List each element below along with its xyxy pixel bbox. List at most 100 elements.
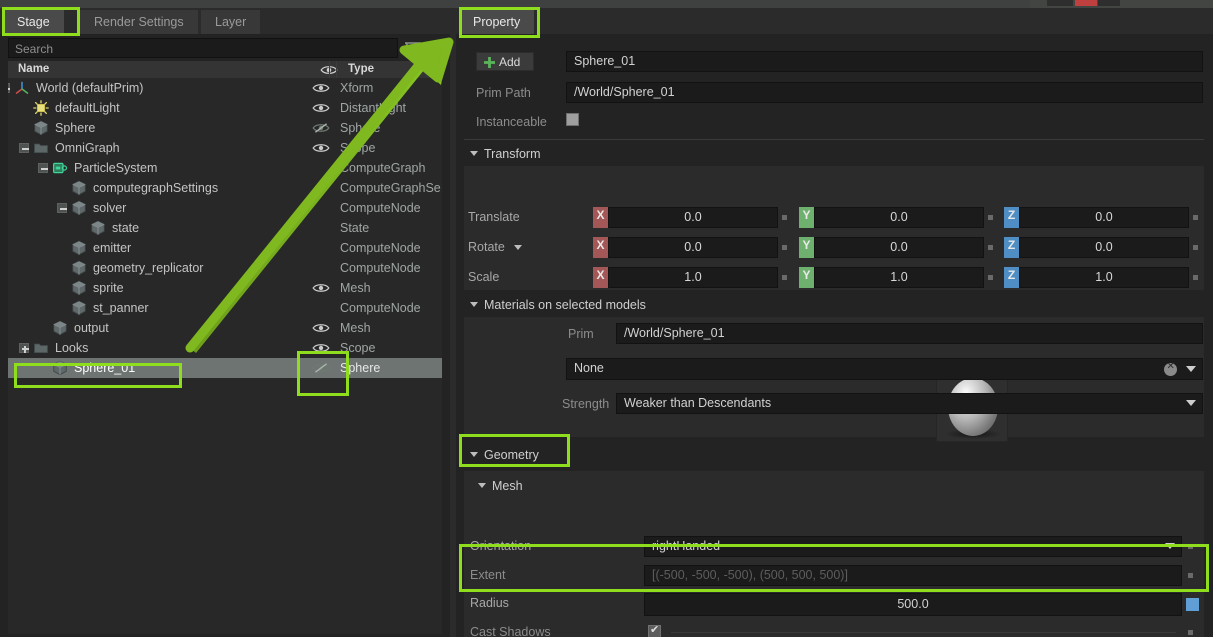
scale-x-field[interactable]: 1.0: [608, 267, 778, 288]
tree-row-world-defaultprim-[interactable]: World (defaultPrim) Xform: [8, 78, 442, 98]
radius-field[interactable]: 500.0: [644, 593, 1182, 616]
tree-row-name: geometry_replicator: [93, 261, 204, 275]
tree-row-name: Looks: [55, 341, 89, 355]
prim-path-field: /World/Sphere_01: [566, 82, 1203, 103]
tree-expander[interactable]: [8, 83, 10, 93]
eye-icon[interactable]: [312, 322, 330, 334]
link-dot[interactable]: [1188, 544, 1193, 549]
eye-off-icon[interactable]: [312, 122, 330, 134]
window-maximize-button[interactable]: [1098, 0, 1120, 6]
rotate-x-field[interactable]: 0.0: [608, 237, 778, 258]
link-dot[interactable]: [988, 215, 993, 220]
value: 0.0: [890, 210, 908, 224]
window-minimize-button[interactable]: [1047, 0, 1073, 6]
tree-expander[interactable]: [57, 203, 67, 213]
link-dot[interactable]: [988, 245, 993, 250]
geometry-label-extent: Extent: [470, 568, 506, 582]
link-dot[interactable]: [1188, 630, 1193, 635]
tree-row-geometry-replicator[interactable]: geometry_replicator ComputeNode: [8, 258, 442, 278]
instanceable-checkbox[interactable]: [566, 113, 579, 126]
rotate-z-field[interactable]: 0.0: [1019, 237, 1189, 258]
eye-icon[interactable]: [312, 342, 330, 354]
tree-expander[interactable]: [19, 143, 29, 153]
link-dot[interactable]: [1193, 215, 1198, 220]
value: rightHanded: [652, 539, 721, 553]
tab-stage[interactable]: Stage: [3, 10, 64, 34]
window-close-button[interactable]: [1075, 0, 1097, 6]
scale-y-field[interactable]: 1.0: [814, 267, 984, 288]
translate-y-field[interactable]: 0.0: [814, 207, 984, 228]
tree-row-particlesystem[interactable]: ParticleSystem ComputeGraph: [8, 158, 442, 178]
extent-field[interactable]: [(-500, -500, -500), (500, 500, 500)]: [644, 565, 1182, 586]
tree-row-looks[interactable]: Looks Scope: [8, 338, 442, 358]
link-dot[interactable]: [1193, 245, 1198, 250]
tree-row-emitter[interactable]: emitter ComputeNode: [8, 238, 442, 258]
axis-badge-x: X: [593, 207, 608, 228]
eye-icon[interactable]: [312, 142, 330, 154]
eye-icon[interactable]: [312, 102, 330, 114]
orientation-chevron-icon[interactable]: [1165, 543, 1175, 549]
tree-expander[interactable]: [38, 163, 48, 173]
link-dot[interactable]: [988, 275, 993, 280]
tab-property[interactable]: Property: [459, 10, 535, 34]
prim-name-field[interactable]: Sphere_01: [566, 51, 1203, 72]
tree-row-icon: [71, 178, 87, 198]
tree-row-state[interactable]: state State: [8, 218, 442, 238]
tree-row-name: defaultLight: [55, 101, 120, 115]
tree-row-defaultlight[interactable]: defaultLight DistantLight: [8, 98, 442, 118]
materials-group-label: Materials on selected models: [484, 298, 646, 312]
translate-x-field[interactable]: 0.0: [608, 207, 778, 228]
tab-render-settings[interactable]: Render Settings: [80, 10, 198, 34]
add-button[interactable]: Add: [476, 52, 534, 71]
stage-tree[interactable]: World (defaultPrim) Xform defaultLight Dist…: [8, 78, 442, 634]
tree-row-icon: [33, 98, 49, 118]
eye-off-icon[interactable]: [312, 362, 330, 374]
geometry-label-cast-shadows: Cast Shadows: [470, 625, 551, 637]
header-divider: [464, 139, 1204, 140]
options-menu-icon[interactable]: [432, 42, 449, 55]
filter-icon[interactable]: [405, 42, 421, 55]
tree-row-icon: [52, 358, 68, 378]
tree-row-type: ComputeGraphSe: [340, 181, 441, 195]
material-strength-dropdown[interactable]: Weaker than Descendants: [616, 393, 1203, 414]
link-dot[interactable]: [1193, 275, 1198, 280]
material-binding-dropdown[interactable]: None: [566, 358, 1203, 380]
app-window: Stage Render Settings Layer Search Name: [0, 0, 1213, 637]
tree-row-omnigraph[interactable]: OmniGraph Scope: [8, 138, 442, 158]
link-dot[interactable]: [1188, 573, 1193, 578]
scale-z-field[interactable]: 1.0: [1019, 267, 1189, 288]
rotate-y-field[interactable]: 0.0: [814, 237, 984, 258]
tree-row-sphere-01[interactable]: Sphere_01 Sphere: [8, 358, 442, 378]
search-input[interactable]: Search: [8, 38, 398, 58]
tree-row-output[interactable]: output Mesh: [8, 318, 442, 338]
rotate-order-chevron-icon[interactable]: [514, 245, 522, 250]
strength-dropdown-chevron-icon[interactable]: [1186, 400, 1196, 406]
axis-badge-z: Z: [1004, 267, 1019, 288]
tree-row-sphere[interactable]: Sphere Sphere: [8, 118, 442, 138]
eye-icon[interactable]: [312, 82, 330, 94]
link-dot[interactable]: [782, 275, 787, 280]
tab-layer[interactable]: Layer: [201, 10, 261, 34]
tree-row-st-panner[interactable]: st_panner ComputeNode: [8, 298, 442, 318]
tree-expander[interactable]: [19, 343, 29, 353]
cast-shadows-checkbox[interactable]: [648, 623, 661, 637]
tree-row-icon: [71, 278, 87, 298]
translate-z-field[interactable]: 0.0: [1019, 207, 1189, 228]
tree-row-computegraphsettings[interactable]: computegraphSettings ComputeGraphSe: [8, 178, 442, 198]
tree-row-icon: [14, 78, 30, 98]
link-dot[interactable]: [782, 245, 787, 250]
tree-row-sprite[interactable]: sprite Mesh: [8, 278, 442, 298]
radius-keyframe-toggle[interactable]: [1186, 598, 1199, 611]
clear-material-icon[interactable]: [1164, 361, 1177, 376]
tree-row-solver[interactable]: solver ComputeNode: [8, 198, 442, 218]
prim-path-value: /World/Sphere_01: [574, 85, 675, 99]
tree-row-type: DistantLight: [340, 101, 407, 115]
material-dropdown-chevron-icon[interactable]: [1186, 366, 1196, 372]
eye-icon[interactable]: [312, 282, 330, 294]
orientation-dropdown[interactable]: rightHanded: [644, 536, 1182, 557]
value: 1.0: [684, 270, 702, 284]
link-dot[interactable]: [782, 215, 787, 220]
instanceable-label: Instanceable: [476, 115, 547, 129]
material-strength-value: Weaker than Descendants: [624, 396, 772, 410]
property-scroll-area[interactable]: Add Sphere_01 Prim Path /World/Sphere_01…: [456, 34, 1213, 637]
